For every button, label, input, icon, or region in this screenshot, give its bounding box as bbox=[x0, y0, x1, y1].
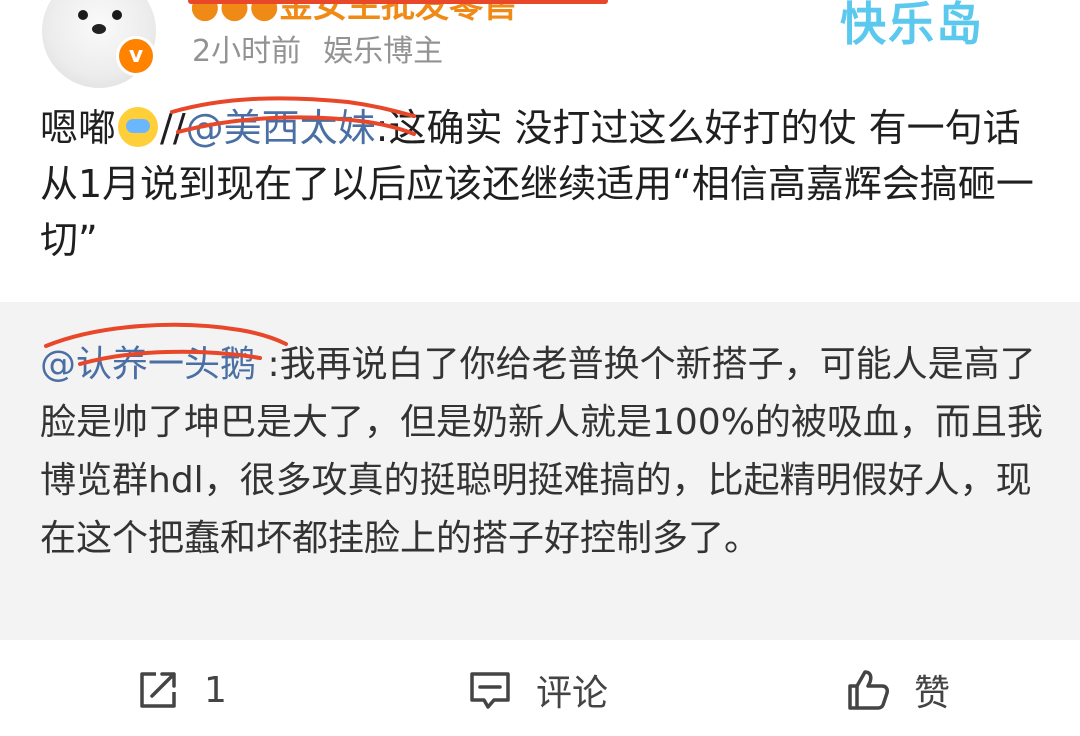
post-slashes: // bbox=[160, 106, 186, 150]
quoted-post[interactable]: @认养一头鹅 :我再说白了你给老普换个新搭子，可能人是高了脸是帅了坤巴是大了，但… bbox=[0, 302, 1080, 640]
watermark-logo: 快乐岛 bbox=[840, 0, 984, 51]
verified-icon: v bbox=[116, 36, 156, 76]
post-meta: 2小时前 娱乐博主 bbox=[192, 26, 443, 70]
forward-button[interactable]: 1 bbox=[136, 666, 227, 714]
crying-emoji-icon bbox=[118, 107, 159, 147]
avatar-nose bbox=[92, 24, 106, 34]
like-icon bbox=[848, 670, 889, 710]
comment-icon bbox=[470, 672, 510, 709]
action-bar: 1 评论 赞 bbox=[0, 640, 1080, 736]
author-category: 娱乐博主 bbox=[323, 34, 444, 69]
username-scribble bbox=[188, 0, 608, 4]
post-time: 2小时前 bbox=[192, 34, 302, 69]
quoted-mention[interactable]: @认养一头鹅 bbox=[40, 344, 256, 385]
post-text: 嗯嘟//@美西太妹:这确实 没打过这么好打的仗 有一句话从1月说到现在了以后应该… bbox=[40, 100, 1050, 268]
quoted-text: @认养一头鹅 :我再说白了你给老普换个新搭子，可能人是高了脸是帅了坤巴是大了，但… bbox=[40, 336, 1050, 568]
like-button[interactable]: 赞 bbox=[846, 666, 950, 714]
comment-label: 评论 bbox=[536, 673, 609, 714]
username[interactable]: ●●●金女主批发零售 bbox=[190, 0, 517, 27]
post-header: v ●●●金女主批发零售 2小时前 娱乐博主 快乐岛 bbox=[0, 0, 1080, 90]
like-label: 赞 bbox=[914, 673, 951, 714]
post-prefix: 嗯嘟 bbox=[40, 106, 117, 150]
forward-count: 1 bbox=[204, 669, 227, 711]
avatar-eye-left bbox=[78, 10, 88, 20]
forward-icon bbox=[140, 672, 176, 708]
avatar-eye-right bbox=[112, 10, 122, 20]
post-mention[interactable]: @美西太妹 bbox=[186, 106, 376, 150]
comment-button[interactable]: 评论 bbox=[468, 666, 608, 714]
